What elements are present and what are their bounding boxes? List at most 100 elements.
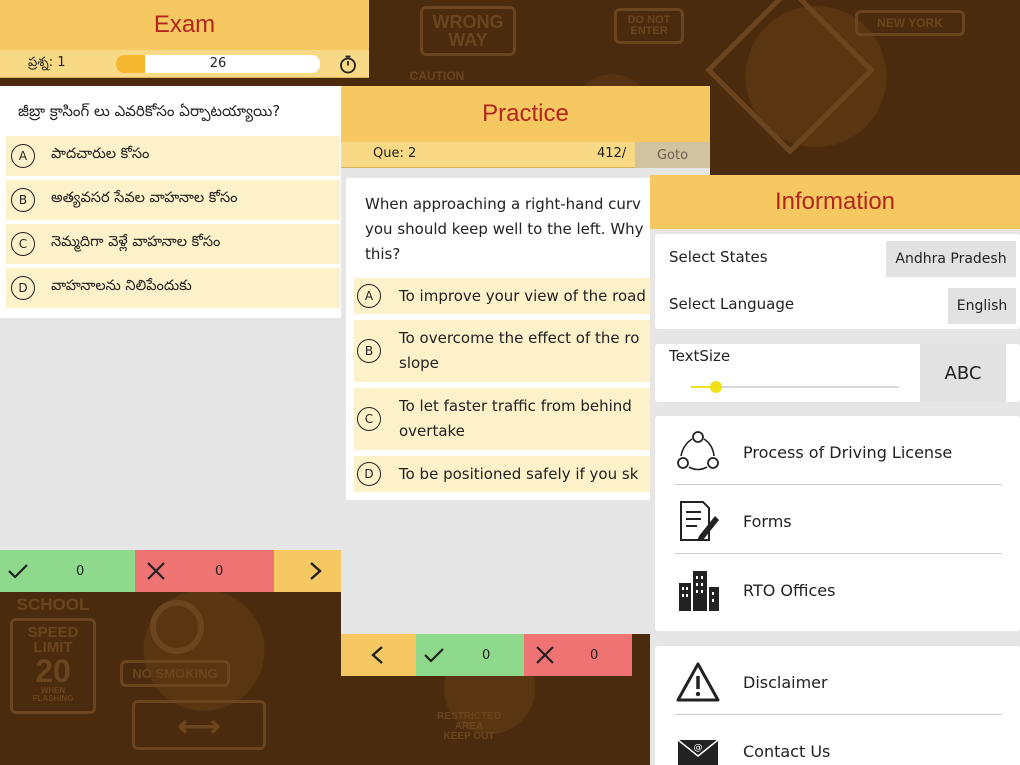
exam-wrong-value: 0 xyxy=(215,563,224,579)
exam-wrong-count: 0 xyxy=(135,550,274,592)
option-letter-a: A xyxy=(11,144,35,168)
textsize-card: TextSize ABC xyxy=(655,344,1020,402)
practice-option-a[interactable]: A To improve your view of the road xyxy=(354,278,656,314)
menu-item-label: Forms xyxy=(743,511,792,531)
menu-divider xyxy=(675,714,1002,715)
menu-item-contact-us[interactable]: @ Contact Us xyxy=(655,717,1020,765)
textsize-slider-thumb[interactable] xyxy=(709,381,722,393)
menu-divider xyxy=(675,484,1002,485)
warning-icon xyxy=(676,662,720,702)
when-flashing-text: WHEN FLASHING xyxy=(32,686,74,703)
exam-option-a-text: పాదచారుల కోసం xyxy=(51,146,150,162)
select-language-label: Select Language xyxy=(669,295,795,313)
menu-card: Process of Driving License Forms RTO Off… xyxy=(655,416,1020,631)
select-language-dropdown[interactable]: English xyxy=(948,288,1016,324)
stopwatch-icon[interactable] xyxy=(338,54,358,74)
menu-item-rto-offices[interactable]: RTO Offices xyxy=(655,556,1020,624)
textsize-preview: ABC xyxy=(920,344,1006,402)
exam-option-d-text: వాహనాలను నిలిపేందుకు xyxy=(51,278,192,294)
practice-wrong-value: 0 xyxy=(590,647,599,663)
speed-limit-sign: SPEED LIMIT 20 WHEN FLASHING xyxy=(10,618,96,714)
practice-correct-value: 0 xyxy=(482,647,491,663)
option-letter-c: C xyxy=(357,407,381,431)
practice-option-a-text: To improve your view of the road xyxy=(399,286,646,305)
exam-progress-value: 26 xyxy=(209,55,227,71)
exam-next-button[interactable] xyxy=(274,550,341,592)
textsize-slider-track[interactable] xyxy=(691,386,899,388)
no-smoking-circle-icon xyxy=(150,600,204,654)
practice-option-c-line: overtake xyxy=(399,422,465,440)
exam-content-area xyxy=(0,318,341,550)
menu-item-label: Process of Driving License xyxy=(743,442,953,462)
menu-item-label: Disclaimer xyxy=(743,672,828,692)
goto-button[interactable]: Goto xyxy=(635,142,710,168)
arrow-sign: ⟷ xyxy=(132,700,266,750)
practice-correct-count: 0 xyxy=(416,634,524,676)
exam-correct-count: 0 xyxy=(0,550,135,592)
practice-question-number: Que: 2 xyxy=(373,146,417,161)
speed-limit-value: 20 xyxy=(35,653,71,689)
exam-question-number: ప్రశ్న: 1 xyxy=(28,54,66,70)
exam-score-bar: 0 0 xyxy=(0,550,341,592)
settings-card: Select States Andhra Pradesh Select Lang… xyxy=(655,234,1020,329)
practice-option-b-text: To overcome the effect of the ro slope xyxy=(399,326,639,376)
practice-title: Practice xyxy=(341,86,710,142)
building-icon xyxy=(679,571,719,611)
speed-limit-text: SPEED LIMIT xyxy=(27,624,79,656)
chevron-left-icon xyxy=(371,646,383,664)
select-states-label: Select States xyxy=(669,248,768,266)
exam-progress-bar: 26 xyxy=(116,54,320,73)
practice-option-b[interactable]: B To overcome the effect of the ro slope xyxy=(354,320,656,382)
practice-previous-button[interactable] xyxy=(341,634,416,676)
exam-status-bar: ప్రశ్న: 1 26 xyxy=(0,50,369,78)
restricted-area-sign: RESTRICTED AREA KEEP OUT xyxy=(437,711,501,742)
wrong-way-sign: WRONG WAY xyxy=(420,6,516,56)
practice-option-b-line: To overcome the effect of the ro xyxy=(399,329,640,347)
check-icon xyxy=(424,648,444,663)
exam-option-d[interactable]: D వాహనాలను నిలిపేందుకు xyxy=(6,268,340,308)
practice-option-c-line: To let faster traffic from behind xyxy=(399,397,632,415)
exam-question-card: జీబ్రా క్రాసింగ్ లు ఎవరికోసం ఏర్పాటయ్యాయ… xyxy=(0,86,341,318)
option-letter-a: A xyxy=(357,284,381,308)
menu-item-label: Contact Us xyxy=(743,741,831,761)
practice-status-bar: Que: 2 412/ Goto xyxy=(341,142,710,168)
no-smoking-sign: NO SMOKING xyxy=(120,660,230,687)
exam-option-c[interactable]: C నెమ్మదిగా వెళ్లే వాహనాల కోసం xyxy=(6,224,340,264)
envelope-icon: @ xyxy=(677,739,719,765)
forms-icon xyxy=(680,501,719,541)
exam-option-a[interactable]: A పాదచారుల కోసం xyxy=(6,136,340,176)
practice-option-d[interactable]: D To be positioned safely if you sk xyxy=(354,456,656,492)
chevron-right-icon xyxy=(310,562,322,580)
practice-option-c-text: To let faster traffic from behind overta… xyxy=(399,394,632,444)
practice-total-count: 412/ xyxy=(597,146,627,161)
practice-question-line: When approaching a right-hand curv xyxy=(365,195,641,213)
textsize-label: TextSize xyxy=(669,347,731,365)
practice-option-d-text: To be positioned safely if you sk xyxy=(399,464,639,483)
practice-question-card: When approaching a right-hand curv you s… xyxy=(346,178,656,500)
menu-item-forms[interactable]: Forms xyxy=(655,487,1020,555)
check-icon xyxy=(8,564,28,579)
option-letter-c: C xyxy=(11,232,35,256)
practice-option-c[interactable]: C To let faster traffic from behind over… xyxy=(354,388,656,450)
exam-correct-value: 0 xyxy=(76,563,85,579)
information-title: Information xyxy=(650,175,1020,229)
select-states-dropdown[interactable]: Andhra Pradesh xyxy=(886,241,1016,277)
option-letter-b: B xyxy=(357,339,381,363)
practice-question-line: this? xyxy=(365,245,401,263)
do-not-enter-sign: DO NOT ENTER xyxy=(614,8,684,44)
practice-score-bar: 0 0 xyxy=(341,634,650,676)
cross-icon xyxy=(536,646,554,664)
svg-text:@: @ xyxy=(694,743,703,753)
practice-option-b-line: slope xyxy=(399,354,439,372)
option-letter-b: B xyxy=(11,188,35,212)
menu-item-label: RTO Offices xyxy=(743,580,836,600)
menu-item-process-of-driving-license[interactable]: Process of Driving License xyxy=(655,418,1020,486)
menu-card-secondary: Disclaimer @ Contact Us xyxy=(655,646,1020,765)
exam-title: Exam xyxy=(0,0,369,50)
exam-question-text: జీబ్రా క్రాసింగ్ లు ఎవరికోసం ఏర్పాటయ్యాయ… xyxy=(18,102,281,120)
menu-item-disclaimer[interactable]: Disclaimer xyxy=(655,648,1020,716)
exam-option-b-text: అత్యవసర సేవల వాహనాల కోసం xyxy=(51,190,238,206)
exam-option-c-text: నెమ్మదిగా వెళ్లే వాహనాల కోసం xyxy=(51,234,221,250)
new-york-sign: NEW YORK xyxy=(855,10,965,36)
exam-option-b[interactable]: B అత్యవసర సేవల వాహనాల కోసం xyxy=(6,180,340,220)
